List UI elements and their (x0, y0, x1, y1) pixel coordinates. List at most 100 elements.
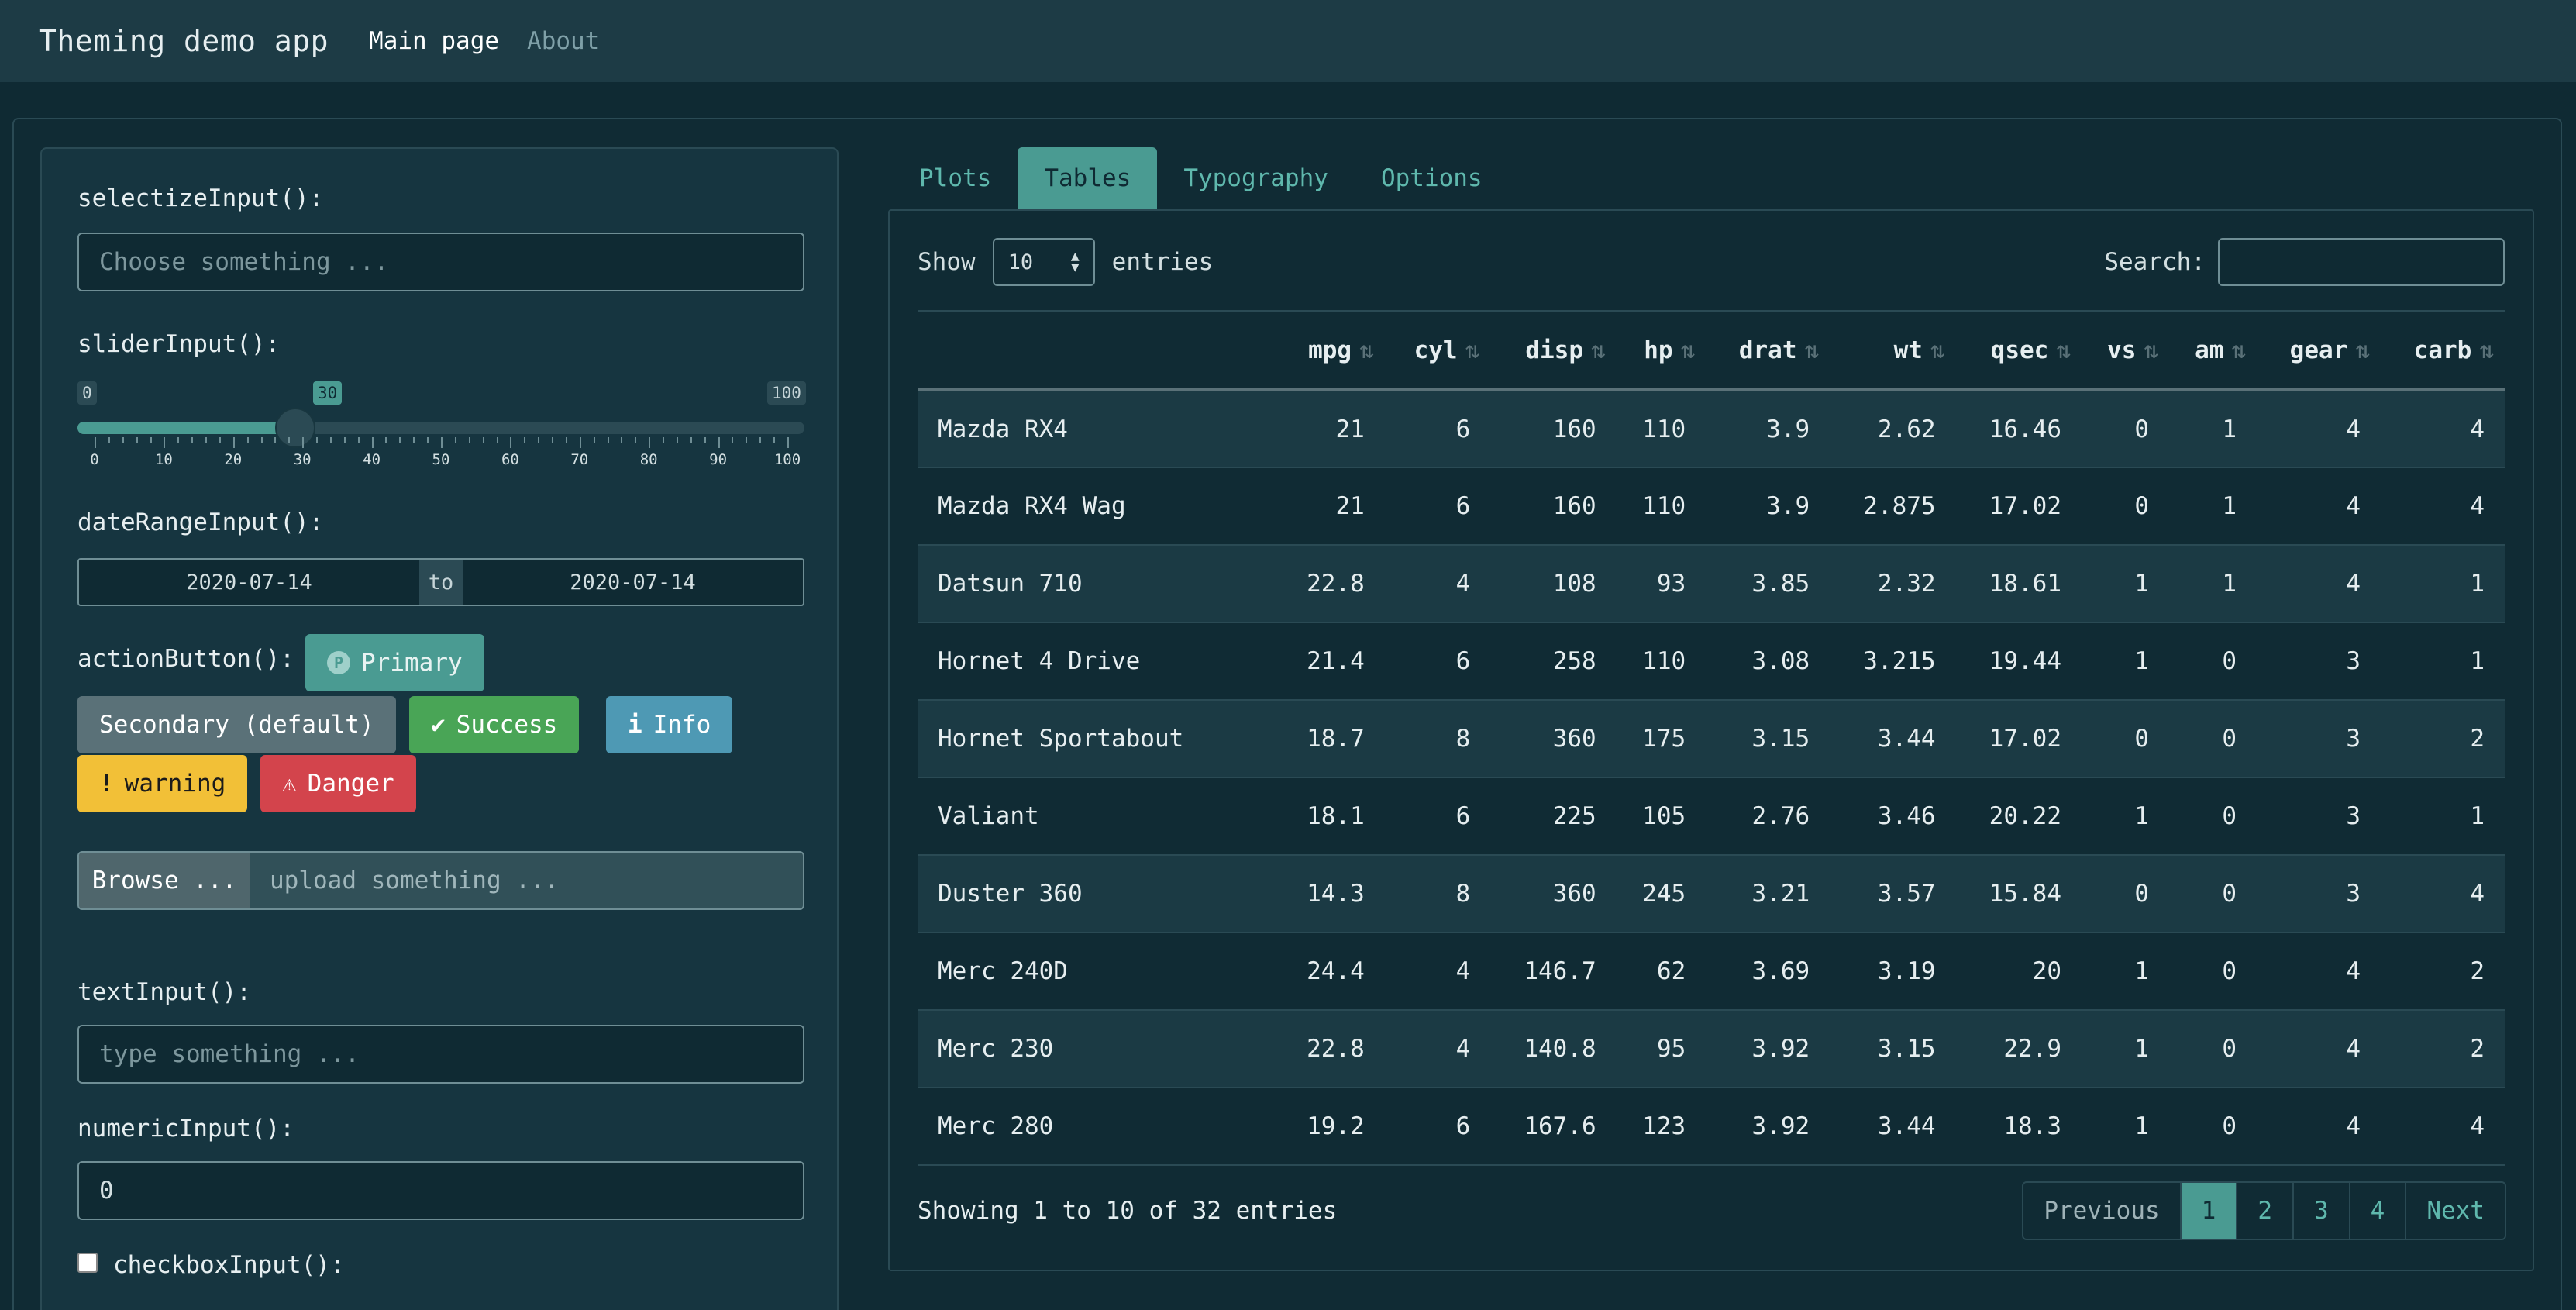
column-header-wt[interactable]: wt ⇅ (1830, 311, 1955, 390)
date-start-input[interactable]: 2020-07-14 (79, 571, 419, 595)
table-cell: 110 (1642, 415, 1686, 443)
slider-tick (510, 437, 512, 448)
slider-tick (191, 437, 194, 443)
column-header-carb[interactable]: carb ⇅ (2381, 311, 2505, 390)
pagination-page-1[interactable]: 1 (2179, 1183, 2237, 1239)
table-cell: 6 (1455, 647, 1471, 675)
table-cell: 20.22 (1989, 802, 2061, 830)
app-brand[interactable]: Theming demo app (39, 24, 329, 58)
nav-main-page[interactable]: Main page (369, 27, 499, 55)
sort-icon: ⇅ (1465, 336, 1480, 364)
pagination-previous[interactable]: Previous (2023, 1183, 2179, 1239)
info-icon: i (628, 711, 642, 739)
column-header-hp[interactable]: hp ⇅ (1617, 311, 1706, 390)
tab-options[interactable]: Options (1355, 147, 1509, 209)
date-end-input[interactable]: 2020-07-14 (463, 571, 803, 595)
nav-about[interactable]: About (527, 27, 599, 55)
table-cell: 1 (2134, 802, 2150, 830)
pagination-next[interactable]: Next (2405, 1183, 2505, 1239)
entries-select[interactable]: 10 ▲ ▼ (992, 238, 1095, 286)
slider-tick (579, 437, 581, 448)
slider-track[interactable] (77, 422, 804, 434)
danger-button-label: Danger (307, 770, 394, 798)
file-input[interactable]: Browse ... upload something ... (77, 851, 804, 910)
pagination-page-3[interactable]: 3 (2292, 1183, 2349, 1239)
table-cell: 175 (1642, 725, 1686, 753)
row-name-cell: Merc 280 (938, 1112, 1054, 1140)
column-header-am[interactable]: am ⇅ (2169, 311, 2257, 390)
slider-tick (732, 437, 734, 443)
table-cell: 0 (2134, 415, 2150, 443)
column-header-drat[interactable]: drat ⇅ (1706, 311, 1830, 390)
pagination-page-2[interactable]: 2 (2236, 1183, 2292, 1239)
info-button[interactable]: i Info (606, 696, 733, 753)
table-cell: 18.7 (1307, 725, 1365, 753)
checkbox[interactable] (77, 1253, 98, 1273)
table-cell: 20 (2032, 957, 2061, 985)
column-header-gear[interactable]: gear ⇅ (2257, 311, 2381, 390)
table-cell: 17.02 (1989, 492, 2061, 520)
table-cell: 105 (1642, 802, 1686, 830)
table-cell: 6 (1455, 802, 1471, 830)
table-row: Mazda RX4 Wag 21 6 160 110 3.9 2.875 17.02 0 1 4 4 (918, 467, 2505, 545)
slider-tick (524, 437, 526, 443)
row-name-cell: Mazda RX4 Wag (938, 492, 1126, 520)
table-cell: 4 (2346, 957, 2361, 985)
length-control: Show 10 ▲ ▼ entries (918, 237, 1213, 287)
warning-button[interactable]: ! warning (77, 755, 248, 812)
slider-tick (385, 437, 387, 443)
slider-tick-label: 90 (709, 451, 728, 468)
browse-button[interactable]: Browse ... (79, 853, 250, 908)
secondary-button[interactable]: Secondary (default) (77, 696, 396, 753)
slider-tick-label: 40 (363, 451, 381, 468)
slider-tick-label: 100 (773, 451, 801, 468)
table-cell: 3 (2346, 647, 2361, 675)
table-cell: 3.9 (1766, 415, 1810, 443)
text-input[interactable]: type something ... (77, 1025, 804, 1084)
danger-button[interactable]: ⚠ Danger (260, 755, 416, 812)
tab-plots[interactable]: Plots (893, 147, 1018, 209)
column-header-label: am (2195, 336, 2224, 364)
slider-tick (690, 437, 692, 443)
slider-fill (77, 422, 296, 434)
slider-tick (676, 437, 678, 443)
row-name-cell: Merc 230 (938, 1035, 1054, 1063)
table-cell: 1 (2134, 570, 2150, 598)
slider-tick-label: 50 (432, 451, 450, 468)
warning-button-label: warning (124, 770, 226, 798)
column-header-disp[interactable]: disp ⇅ (1490, 311, 1616, 390)
table-cell: 2.62 (1877, 415, 1936, 443)
tab-typography[interactable]: Typography (1157, 147, 1355, 209)
sidebar-panel: selectizeInput(): Choose something ... s… (40, 147, 839, 1310)
table-cell: 160 (1552, 492, 1596, 520)
entries-value: 10 (1007, 250, 1034, 274)
column-header-qsec[interactable]: qsec ⇅ (1956, 311, 2082, 390)
table-cell: 3 (2346, 802, 2361, 830)
column-header-mpg[interactable]: mpg ⇅ (1277, 311, 1385, 390)
column-header-vs[interactable]: vs ⇅ (2082, 311, 2169, 390)
search-input[interactable] (2218, 238, 2505, 286)
table-cell: 4 (2346, 1035, 2361, 1063)
table-cell: 110 (1642, 647, 1686, 675)
table-cell: 0 (2134, 880, 2150, 908)
column-header-rowname[interactable] (918, 311, 1277, 390)
table-cell: 2.76 (1751, 802, 1810, 830)
tab-tables[interactable]: Tables (1018, 147, 1158, 209)
numeric-input[interactable]: 0 (77, 1161, 804, 1220)
slider-tick (454, 437, 456, 443)
table-cell: 2.32 (1877, 570, 1936, 598)
selectize-input[interactable]: Choose something ... (77, 233, 804, 291)
pagination-page-4[interactable]: 4 (2348, 1183, 2406, 1239)
column-header-cyl[interactable]: cyl ⇅ (1385, 311, 1490, 390)
column-header-label: drat (1738, 336, 1797, 364)
slider-handle[interactable] (275, 408, 316, 448)
slider-value-badge: 30 (313, 381, 343, 405)
table-cell: 4 (2346, 1112, 2361, 1140)
show-label: Show (918, 248, 976, 276)
table-cell: 3.69 (1751, 957, 1810, 985)
table-cell: 1 (2222, 570, 2237, 598)
table-cell: 93 (1656, 570, 1686, 598)
success-button[interactable]: ✔ Success (409, 696, 580, 753)
primary-button[interactable]: P Primary (305, 634, 484, 691)
slider-tick (302, 437, 305, 448)
